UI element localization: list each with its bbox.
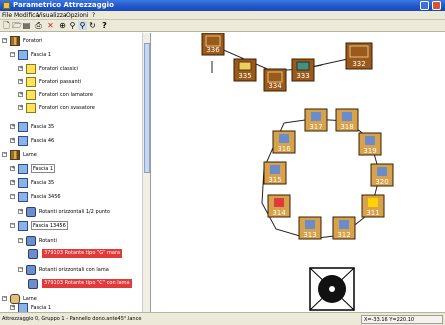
save-icon[interactable]: ▤ — [22, 21, 31, 30]
frame-icon — [18, 122, 28, 132]
app-icon — [3, 2, 10, 9]
svg-text:318: 318 — [340, 123, 353, 131]
highlighted-tool-label: 379103 Rotante tipo "C" con lama — [42, 279, 132, 288]
refresh-icon[interactable]: ↻ — [88, 21, 97, 30]
station-333[interactable]: 333 — [291, 58, 315, 82]
rotating-tool-icon — [26, 207, 36, 217]
station-312[interactable]: 312 — [332, 216, 356, 240]
svg-text:334: 334 — [268, 82, 282, 90]
svg-text:336: 336 — [206, 46, 220, 54]
rotating-tool-icon — [26, 265, 36, 275]
svg-text:333: 333 — [296, 72, 309, 80]
title-bar: Parametrico Attrezzaggio — [0, 0, 445, 11]
svg-text:335: 335 — [238, 72, 251, 80]
menu-bar: File Modifica Visualizza Opzioni ? — [0, 11, 445, 20]
frame-icon — [18, 136, 28, 146]
station-313[interactable]: 313 — [298, 216, 322, 240]
zoom-window-icon[interactable]: ⚲ — [78, 21, 87, 30]
close-button[interactable] — [432, 1, 441, 10]
zoom-in-icon[interactable]: ⚲ — [68, 21, 77, 30]
frame-icon — [18, 303, 28, 312]
menu-visualizza[interactable]: Visualizza — [37, 12, 67, 19]
svg-text:317: 317 — [309, 123, 322, 131]
coordinate-readout: X=-33.16 Y=220.10 — [361, 315, 443, 324]
window-title: Parametrico Attrezzaggio — [13, 1, 114, 9]
rotating-tool-icon — [26, 236, 36, 246]
svg-text:316: 316 — [277, 145, 291, 153]
minimize-button[interactable] — [420, 1, 429, 10]
frame-icon — [18, 178, 28, 188]
svg-text:313: 313 — [303, 231, 316, 239]
magazine-diagram: 336 335 334 333 332 317 318 316 319 315 … — [201, 33, 394, 311]
frame-icon — [18, 221, 28, 231]
tree-scrollbar[interactable] — [142, 33, 150, 312]
tool-icon — [28, 279, 38, 289]
zoom-fit-icon[interactable]: ⊕ — [58, 21, 67, 30]
drill-group-icon — [26, 103, 36, 113]
svg-text:320: 320 — [375, 178, 388, 186]
svg-text:315: 315 — [268, 176, 281, 184]
station-317[interactable]: 317 — [304, 108, 328, 132]
station-336[interactable]: 336 — [201, 33, 225, 56]
tool-bar-icon — [10, 150, 20, 160]
spindle-unit[interactable] — [309, 267, 355, 311]
toolbar: 🗋 🗁 ▤ ⎙ ✕ ⊕ ⚲ ⚲ ↻ ? — [0, 20, 445, 32]
station-315[interactable]: 315 — [263, 161, 287, 185]
svg-text:311: 311 — [366, 209, 379, 217]
station-335[interactable]: 335 — [233, 58, 257, 82]
station-318[interactable]: 318 — [335, 108, 359, 132]
print-icon[interactable]: ⎙ — [34, 21, 43, 30]
station-311[interactable]: 311 — [361, 194, 385, 218]
menu-file[interactable]: File — [2, 12, 12, 19]
svg-text:332: 332 — [352, 60, 365, 68]
drill-group-icon — [26, 64, 36, 74]
scroll-thumb[interactable] — [144, 43, 150, 173]
menu-opzioni[interactable]: Opzioni — [66, 12, 89, 19]
tool-tree: − Foratori − Fascia 1 + Foratori classic… — [0, 33, 151, 312]
status-text: Attrezzaggio 0, Gruppo 1 - Pannello dono… — [2, 316, 142, 322]
station-316[interactable]: 316 — [272, 130, 296, 154]
highlighted-tool-label: 379103 Rotante tipo "G" mara — [42, 249, 123, 258]
tool-magazine-canvas[interactable]: 336 335 334 333 332 317 318 316 319 315 … — [152, 33, 445, 312]
station-332[interactable]: 332 — [345, 42, 373, 70]
tool-bar-icon — [10, 36, 20, 46]
menu-help[interactable]: ? — [92, 12, 95, 19]
frame-icon — [18, 50, 28, 60]
drill-group-icon — [26, 77, 36, 87]
svg-text:312: 312 — [337, 231, 350, 239]
drill-group-icon — [26, 90, 36, 100]
station-320[interactable]: 320 — [370, 163, 394, 187]
status-bar: Attrezzaggio 0, Gruppo 1 - Pannello dono… — [0, 312, 445, 325]
tool-icon — [28, 249, 38, 259]
open-icon[interactable]: 🗁 — [12, 21, 22, 30]
svg-text:319: 319 — [363, 147, 376, 155]
station-314[interactable]: 314 — [267, 194, 291, 218]
help-icon[interactable]: ? — [100, 21, 109, 30]
frame-icon — [18, 192, 28, 202]
menu-modifica[interactable]: Modifica — [14, 12, 39, 19]
new-icon[interactable]: 🗋 — [2, 21, 11, 30]
station-319[interactable]: 319 — [358, 132, 382, 156]
svg-text:314: 314 — [272, 209, 286, 217]
station-334[interactable]: 334 — [263, 68, 287, 92]
delete-icon[interactable]: ✕ — [46, 21, 55, 30]
frame-icon — [18, 164, 28, 174]
